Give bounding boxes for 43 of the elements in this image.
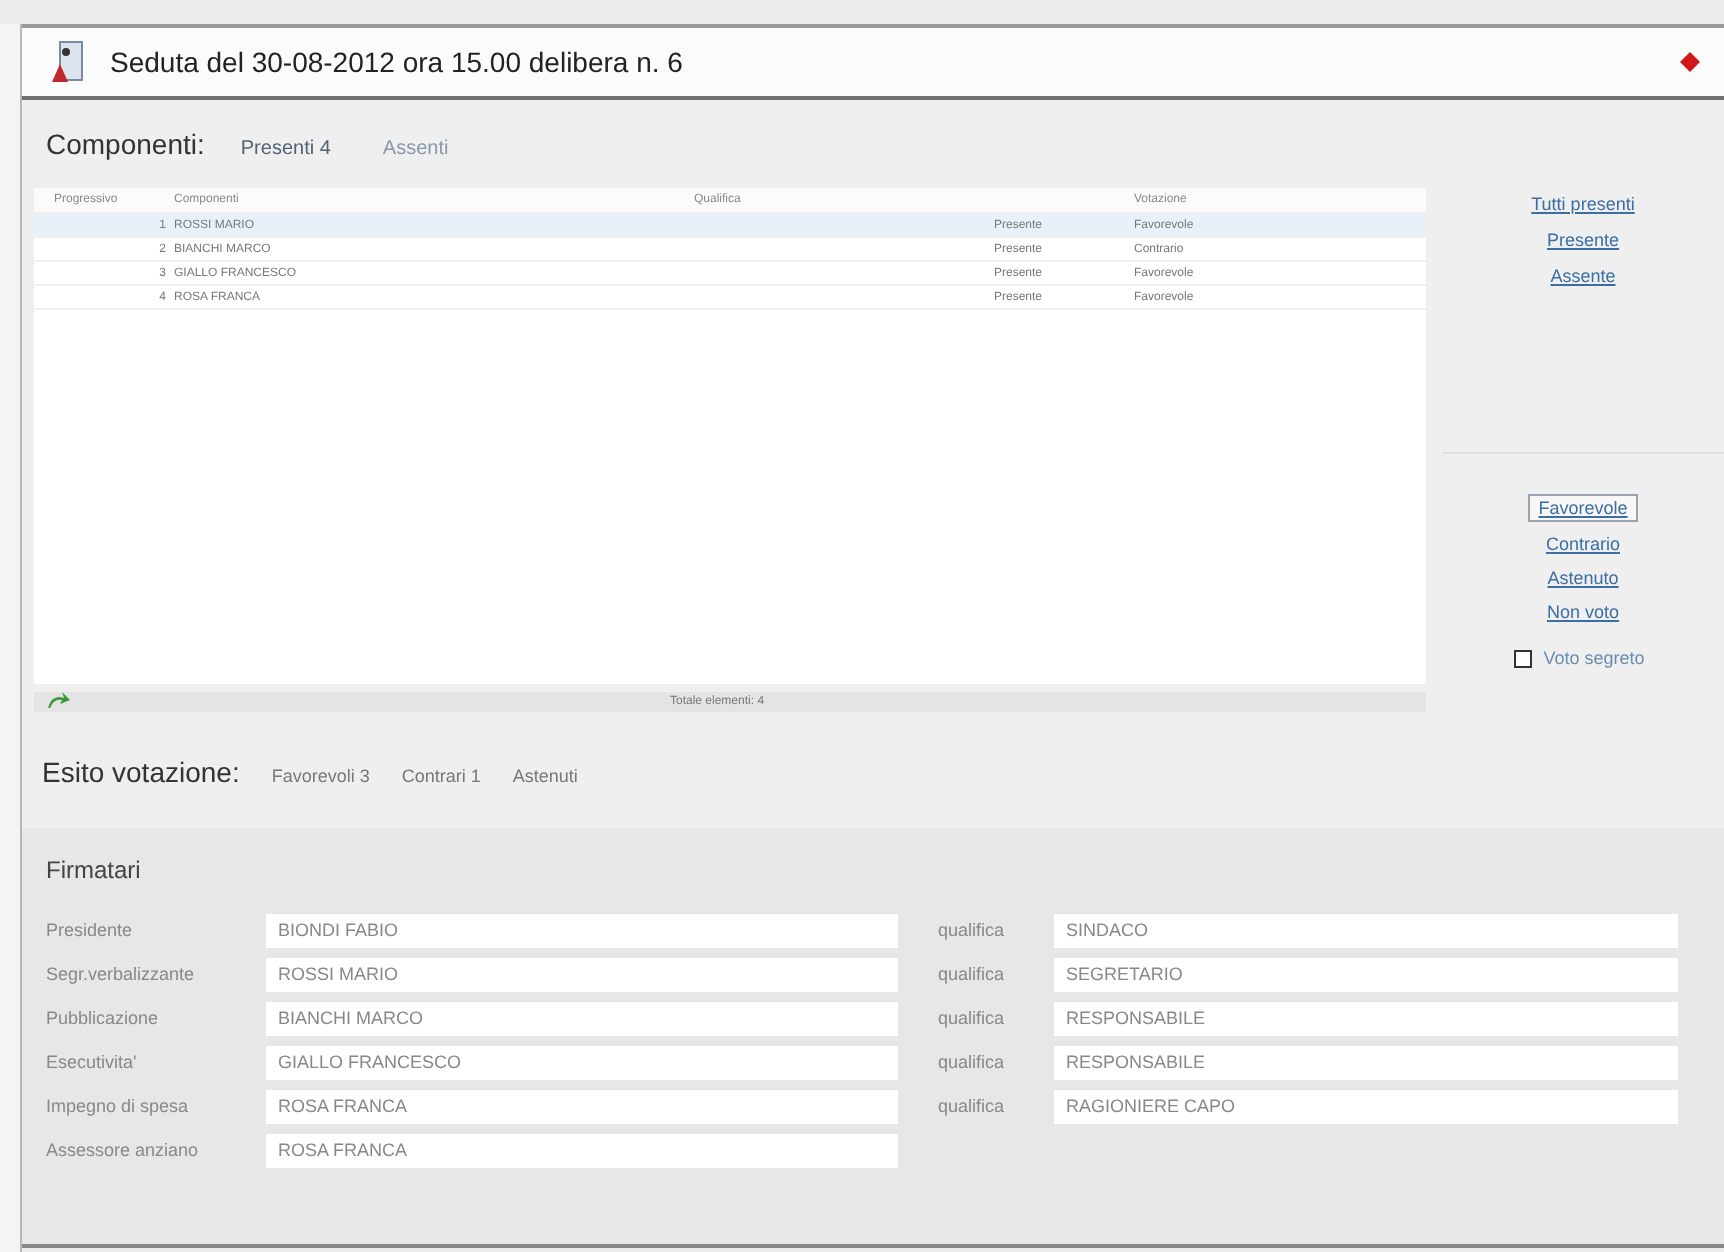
input-field[interactable]: RAGIONIERE CAPO bbox=[1054, 1089, 1678, 1123]
action-link[interactable]: Assente bbox=[1542, 264, 1624, 288]
vote-link[interactable]: Contrario bbox=[1537, 532, 1628, 556]
input-field[interactable]: RESPONSABILE bbox=[1054, 1001, 1678, 1035]
field-label: qualifica bbox=[938, 964, 1007, 984]
document-icon bbox=[50, 40, 86, 84]
field-label: qualifica bbox=[938, 920, 1007, 940]
vote-link[interactable]: Astenuto bbox=[1539, 566, 1627, 590]
vote-link[interactable]: Favorevole bbox=[1528, 494, 1638, 522]
field-label: Segr.verbalizzante bbox=[46, 964, 197, 984]
input-field[interactable]: BIANCHI MARCO bbox=[266, 1001, 898, 1035]
input-field[interactable]: SEGRETARIO bbox=[1054, 957, 1678, 991]
field-label: Pubblicazione bbox=[46, 1008, 161, 1028]
tab[interactable]: Presenti 4 bbox=[224, 138, 347, 160]
vote-link[interactable]: Non voto bbox=[1538, 600, 1628, 624]
input-field[interactable]: ROSA FRANCA bbox=[266, 1089, 898, 1123]
field-label: qualifica bbox=[938, 1008, 1007, 1028]
action-link[interactable]: Presente bbox=[1538, 228, 1628, 252]
input-field[interactable]: ROSA FRANCA bbox=[266, 1133, 898, 1167]
section-title: Firmatari bbox=[46, 856, 143, 884]
input-field[interactable]: ROSSI MARIO bbox=[266, 957, 898, 991]
input-field[interactable]: RESPONSABILE bbox=[1054, 1045, 1678, 1079]
action-link[interactable]: Tutti presenti bbox=[1523, 192, 1643, 216]
window-title: Seduta del 30-08-2012 ora 15.00 delibera n. 6 bbox=[110, 46, 685, 78]
field-label: Esecutivita' bbox=[46, 1052, 139, 1072]
vote-count: Astenuti bbox=[512, 766, 578, 786]
field-label: Impegno di spesa bbox=[46, 1096, 191, 1116]
vote-count: Contrari 1 bbox=[401, 766, 481, 786]
refresh-icon bbox=[46, 692, 70, 712]
checkbox-label: Voto segreto bbox=[1541, 646, 1647, 670]
field-label: Assessore anziano bbox=[46, 1140, 201, 1160]
field-label: Presidente bbox=[46, 920, 135, 940]
input-field[interactable]: BIONDI FABIO bbox=[266, 913, 898, 947]
checkbox[interactable] bbox=[1513, 649, 1532, 667]
field-label: qualifica bbox=[938, 1052, 1007, 1072]
tab[interactable]: Assenti bbox=[366, 138, 465, 160]
input-field[interactable]: GIALLO FRANCESCO bbox=[266, 1045, 898, 1079]
section-label: Esito votazione: bbox=[42, 756, 240, 788]
section-label: Componenti: bbox=[46, 128, 205, 160]
diamond-icon bbox=[1680, 52, 1700, 72]
vote-count: Favorevoli 3 bbox=[271, 766, 370, 786]
field-label: qualifica bbox=[938, 1096, 1007, 1116]
input-field[interactable]: SINDACO bbox=[1054, 913, 1678, 947]
